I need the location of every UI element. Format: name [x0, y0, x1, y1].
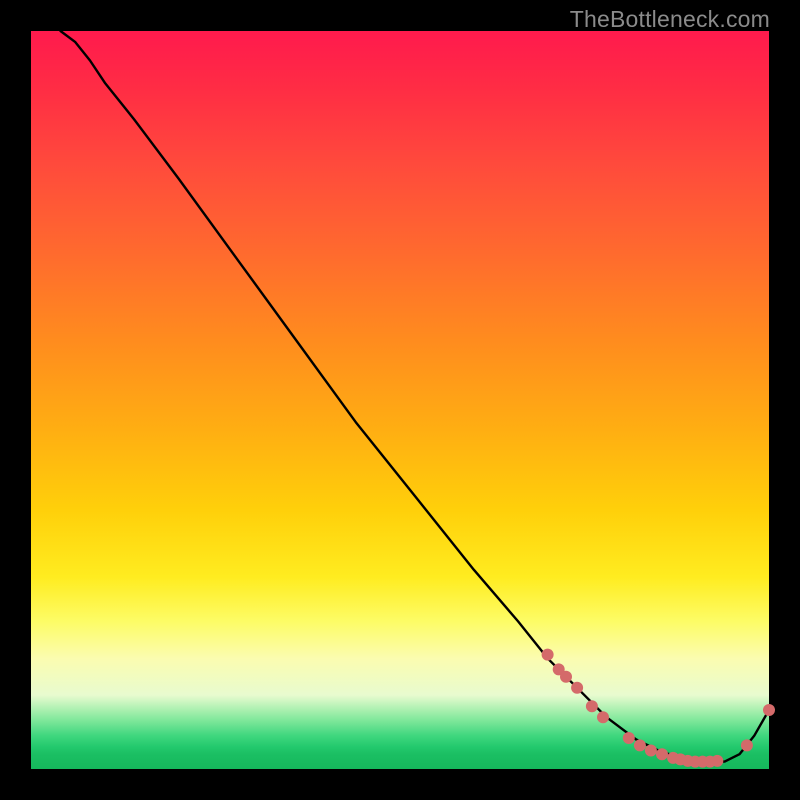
marker-point [597, 711, 609, 723]
marker-point [645, 745, 657, 757]
marker-point [623, 732, 635, 744]
marker-point [741, 739, 753, 751]
marker-point [656, 748, 668, 760]
marker-point [560, 671, 572, 683]
bottleneck-curve [61, 31, 770, 762]
marker-point [711, 755, 723, 767]
marker-point [763, 704, 775, 716]
marker-point [634, 739, 646, 751]
marker-point [542, 649, 554, 661]
marker-point [571, 682, 583, 694]
marker-point [586, 700, 598, 712]
watermark-text: TheBottleneck.com [570, 6, 770, 33]
highlighted-points-group [542, 649, 775, 768]
chart-frame: TheBottleneck.com [0, 0, 800, 800]
chart-svg [31, 31, 769, 769]
